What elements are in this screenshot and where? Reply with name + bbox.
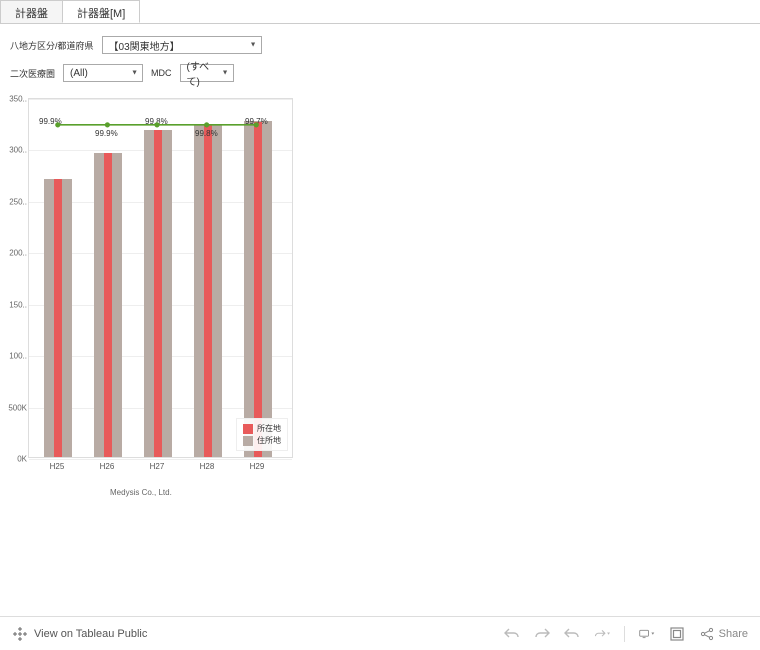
bar-chart: 0K500K100..150..200..250..300..350.. 99.… [28,98,293,458]
mdc-select[interactable]: (すべて) [180,64,234,82]
tableau-logo-icon [12,626,28,642]
legend-label-2: 住所地 [257,435,281,446]
bar-location [104,153,112,457]
y-tick-label: 0K [3,455,27,464]
refresh-dropdown-icon[interactable] [594,626,610,642]
y-axis: 0K500K100..150..200..250..300..350.. [3,99,27,457]
legend-swatch-2 [243,436,253,446]
tab-bar: 計器盤 計器盤[M] [0,0,760,24]
region-select[interactable]: 【03関東地方】 [102,36,262,54]
view-on-tableau-label: View on Tableau Public [34,628,147,640]
secondary-select[interactable]: (All) [63,64,143,82]
bar-location [154,130,162,457]
y-tick-label: 100.. [3,352,27,361]
percent-label: 99.8% [195,129,218,138]
fullscreen-icon[interactable] [669,626,685,642]
bar-location [204,124,212,457]
share-icon [699,626,715,642]
x-tick-label: H29 [238,462,276,471]
y-tick-label: 250.. [3,197,27,206]
x-axis: H25 H26 H27 H28 H29 [28,462,293,474]
x-tick-label: H28 [188,462,226,471]
redo-icon[interactable] [534,626,550,642]
view-on-tableau-link[interactable]: View on Tableau Public [12,626,147,642]
device-dropdown-icon[interactable] [639,626,655,642]
percent-label: 99.7% [245,117,268,126]
plot-area: 99.9% 99.9% 99.8% 99.8% 99.7% [29,99,292,457]
undo-icon[interactable] [504,626,520,642]
region-filter-label: 八地方区分/都道府県 [10,39,94,52]
legend: 所在地 住所地 [236,418,288,451]
percent-label: 99.8% [145,117,168,126]
y-tick-label: 500K [3,403,27,412]
share-button[interactable]: Share [699,626,748,642]
bar-location [54,179,62,457]
share-label: Share [719,628,748,640]
y-tick-label: 350.. [3,95,27,104]
x-tick-label: H25 [38,462,76,471]
tab-dashboard[interactable]: 計器盤 [0,0,63,23]
x-tick-label: H26 [88,462,126,471]
secondary-filter-label: 二次医療圏 [10,67,55,80]
y-tick-label: 200.. [3,249,27,258]
legend-swatch-1 [243,424,253,434]
mdc-filter-label: MDC [151,68,172,78]
x-tick-label: H27 [138,462,176,471]
percent-label: 99.9% [39,117,62,126]
percent-label: 99.9% [95,129,118,138]
bottom-toolbar: View on Tableau Public Share [0,616,760,650]
replay-icon[interactable] [564,626,580,642]
filter-panel: 八地方区分/都道府県 【03関東地方】 二次医療圏 (All) MDC (すべて… [0,24,760,98]
legend-label-1: 所在地 [257,423,281,434]
y-tick-label: 150.. [3,300,27,309]
tab-dashboard-m[interactable]: 計器盤[M] [62,0,140,23]
toolbar-separator [624,626,625,642]
credit-text: Medysis Co., Ltd. [110,488,750,497]
y-tick-label: 300.. [3,146,27,155]
bar-location [254,122,262,457]
